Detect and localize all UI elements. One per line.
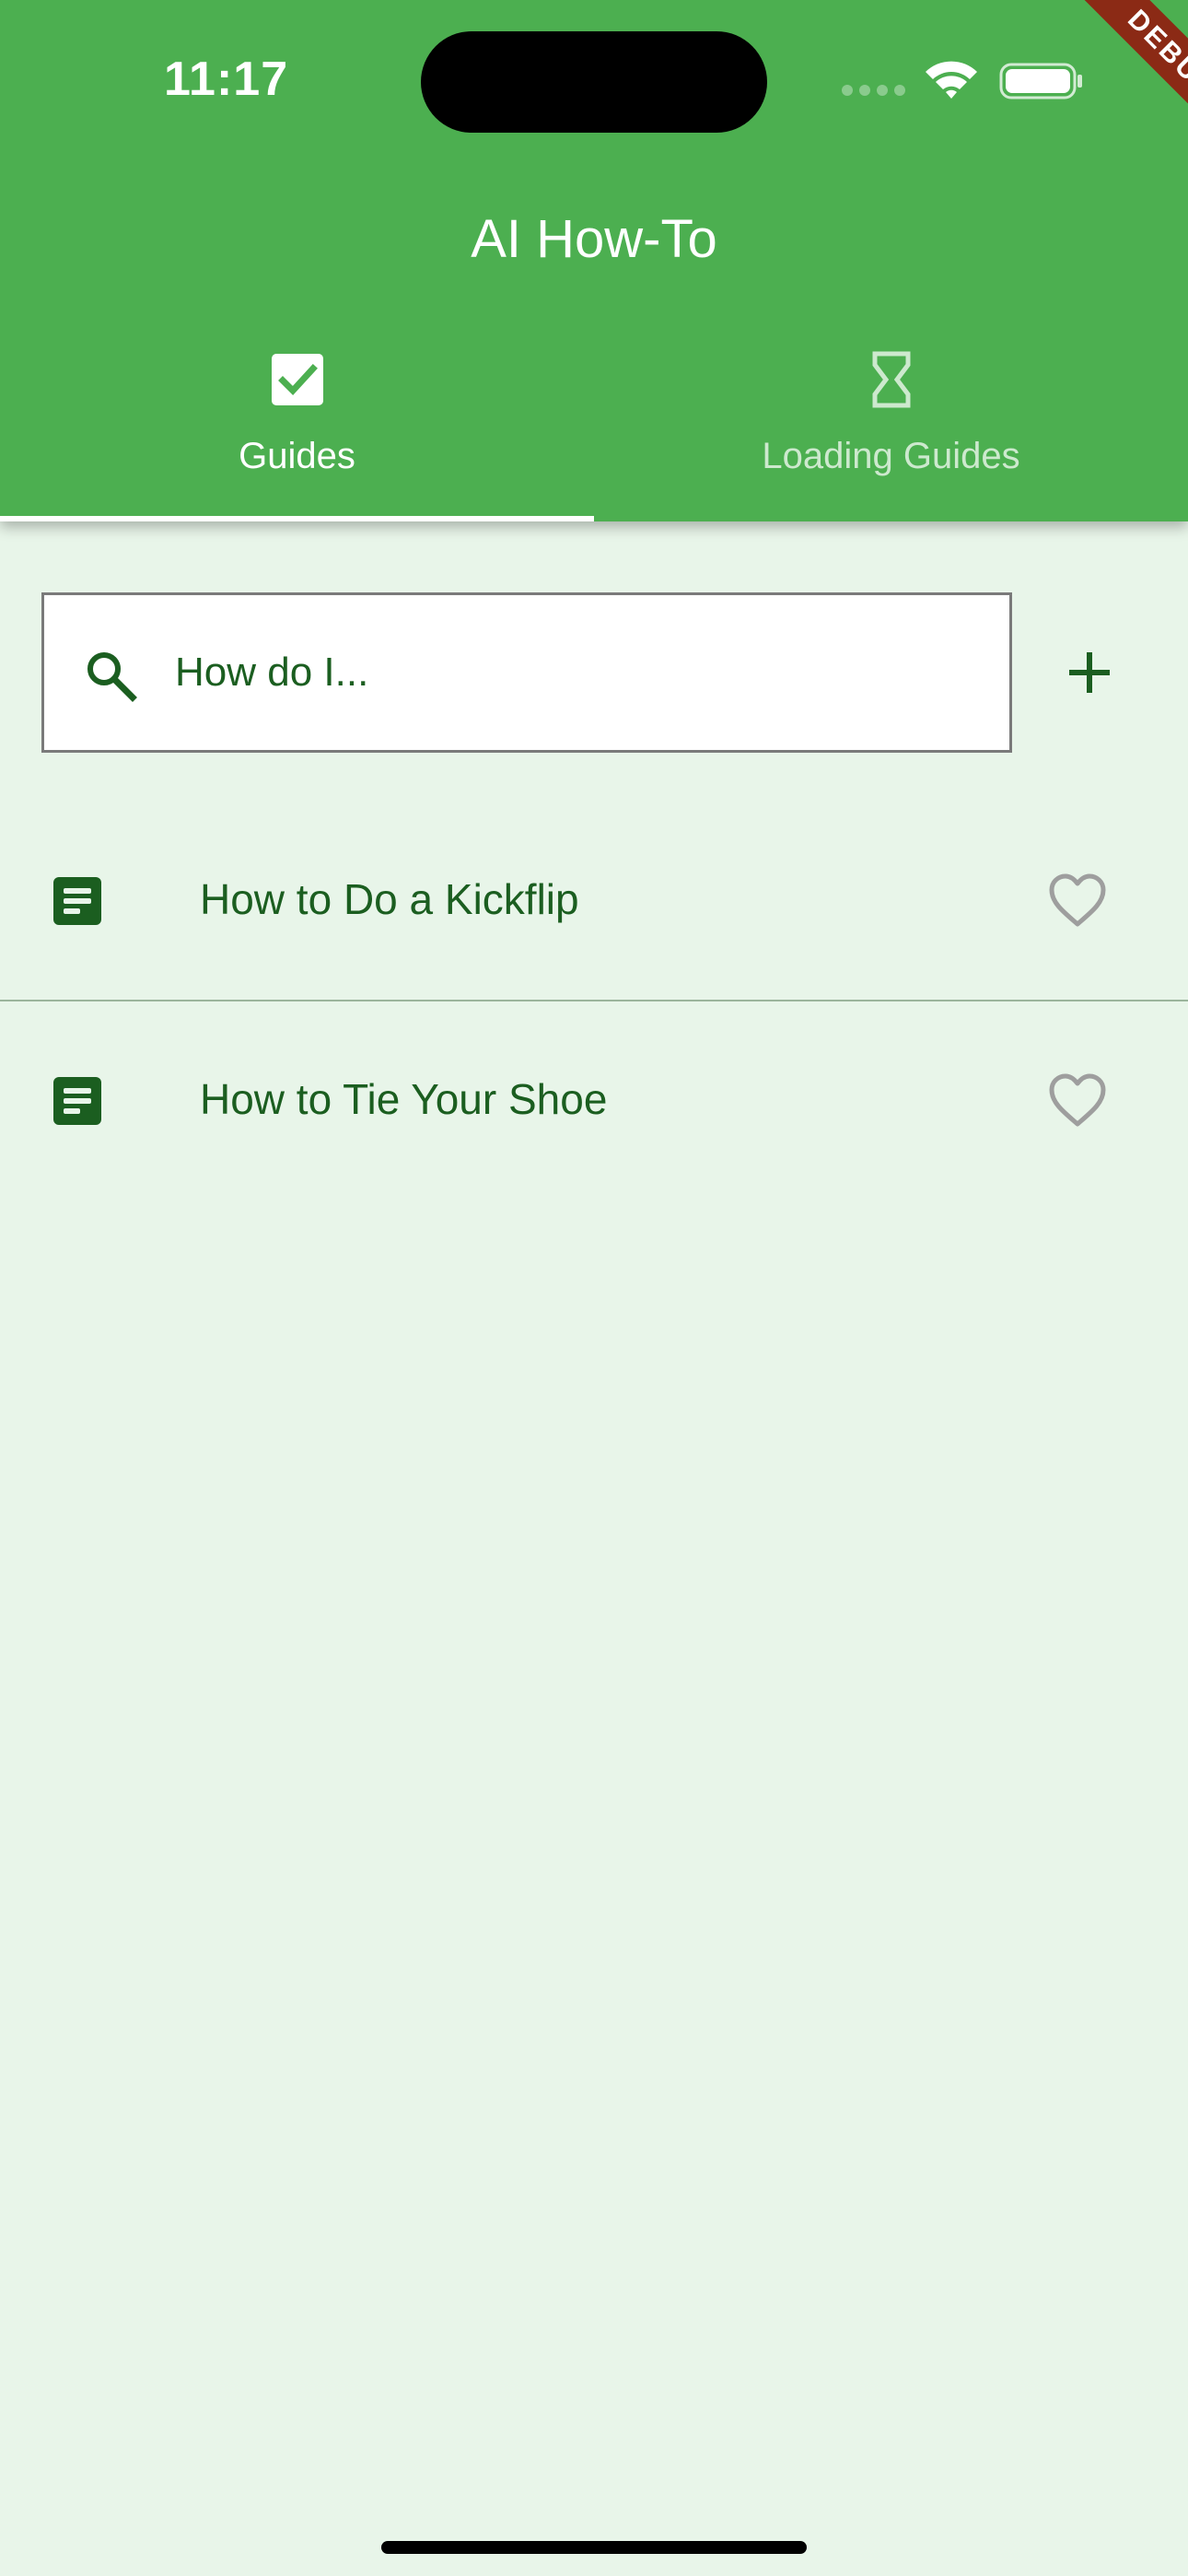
tab-indicator — [0, 516, 594, 521]
cellular-signal-icon — [842, 85, 905, 96]
favorite-heart-icon[interactable] — [1047, 872, 1108, 930]
app-title: AI How-To — [471, 209, 717, 269]
debug-banner: DEBUG — [1004, 0, 1188, 184]
debug-ribbon-label: DEBUG — [1058, 0, 1188, 170]
checkbox-checked-icon — [271, 354, 323, 405]
guide-title: How to Tie Your Shoe — [200, 1075, 608, 1123]
guide-list-item[interactable]: How to Tie Your Shoe — [0, 1001, 1188, 1198]
tab-guides[interactable]: Guides — [0, 350, 594, 521]
document-icon — [53, 1077, 101, 1125]
add-guide-button[interactable] — [1053, 636, 1126, 709]
tab-loading-guides[interactable]: Loading Guides — [594, 350, 1188, 521]
search-input[interactable] — [175, 595, 985, 750]
search-icon — [87, 652, 137, 702]
hourglass-icon — [872, 351, 910, 408]
dynamic-island — [421, 31, 767, 133]
tab-guides-label: Guides — [239, 436, 355, 476]
tab-loading-guides-label: Loading Guides — [762, 436, 1020, 476]
guide-list-item[interactable]: How to Do a Kickflip — [0, 803, 1188, 1000]
plus-icon — [1069, 652, 1110, 693]
status-time: 11:17 — [164, 53, 289, 106]
wifi-icon — [926, 61, 977, 99]
search-field[interactable] — [41, 592, 1012, 753]
home-indicator[interactable] — [381, 2541, 807, 2554]
favorite-heart-icon[interactable] — [1047, 1072, 1108, 1130]
app-bar: 11:17 AI How-To Guides Loading Guides DE… — [0, 0, 1188, 521]
document-icon — [53, 877, 101, 925]
guide-title: How to Do a Kickflip — [200, 875, 579, 923]
